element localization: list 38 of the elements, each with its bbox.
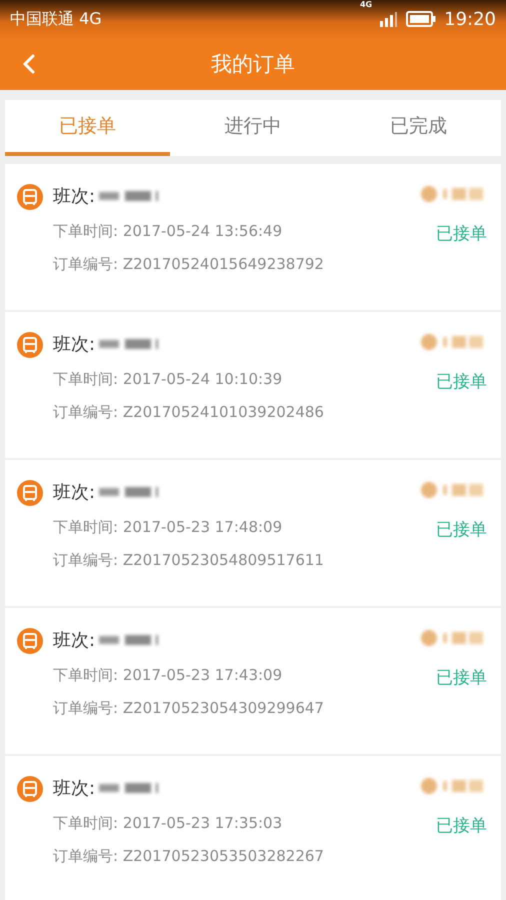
- route-label: 班次:: [53, 629, 96, 652]
- order-status-tab[interactable]: 已完成: [336, 100, 501, 156]
- bus-icon: [17, 184, 43, 210]
- route-label: 班次:: [53, 185, 96, 208]
- signal-icon: [380, 11, 398, 27]
- route-label: 班次:: [53, 777, 96, 800]
- order-status: 已接单: [436, 223, 487, 245]
- page-title: 我的订单: [210, 51, 296, 78]
- order-status: 已接单: [436, 667, 487, 689]
- bus-icon: [17, 480, 43, 506]
- order-time: 下单时间: 2017-05-24 13:56:49: [53, 222, 284, 241]
- order-number: 订单编号: Z20170523054809517611: [53, 551, 325, 570]
- order-card[interactable]: 班次: 下单时间: 2017-05-23 17:48:09 订单编号: Z20170523054809517611 已接单: [5, 460, 501, 606]
- order-number: 订单编号: Z20170523053503282267: [53, 847, 325, 866]
- route-label: 班次:: [53, 333, 96, 356]
- battery-icon: [406, 11, 436, 27]
- order-card[interactable]: 班次: 下单时间: 2017-05-24 13:56:49 订单编号: Z20170524015649238792 已接单: [5, 164, 501, 310]
- order-card[interactable]: 班次: 下单时间: 2017-05-23 17:35:03 订单编号: Z20170523053503282267 已接单: [5, 756, 501, 900]
- carrier-label: 中国联通 4G: [10, 8, 103, 30]
- order-card[interactable]: 班次: 下单时间: 2017-05-24 10:10:39 订单编号: Z20170524101039202486 已接单: [5, 312, 501, 458]
- order-time: 下单时间: 2017-05-24 10:10:39: [53, 370, 284, 389]
- order-time: 下单时间: 2017-05-23 17:48:09: [53, 518, 284, 537]
- bus-icon: [17, 332, 43, 358]
- bus-icon: [17, 628, 43, 654]
- order-time: 下单时间: 2017-05-23 17:43:09: [53, 666, 284, 685]
- order-number: 订单编号: Z20170524015649238792: [53, 255, 325, 274]
- order-number: 订单编号: Z20170523054309299647: [53, 699, 325, 718]
- order-status: 已接单: [436, 815, 487, 837]
- network-label: 4G: [360, 0, 372, 9]
- order-status-tab[interactable]: 进行中: [170, 100, 336, 156]
- order-time: 下单时间: 2017-05-23 17:35:03: [53, 814, 284, 833]
- order-status: 已接单: [436, 371, 487, 393]
- order-card[interactable]: 班次: 下单时间: 2017-05-23 17:43:09 订单编号: Z20170523054309299647 已接单: [5, 608, 501, 754]
- clock-label: 19:20: [444, 8, 496, 30]
- bus-icon: [17, 776, 43, 802]
- order-number: 订单编号: Z20170524101039202486: [53, 403, 325, 422]
- route-label: 班次:: [53, 481, 96, 504]
- order-status: 已接单: [436, 519, 487, 541]
